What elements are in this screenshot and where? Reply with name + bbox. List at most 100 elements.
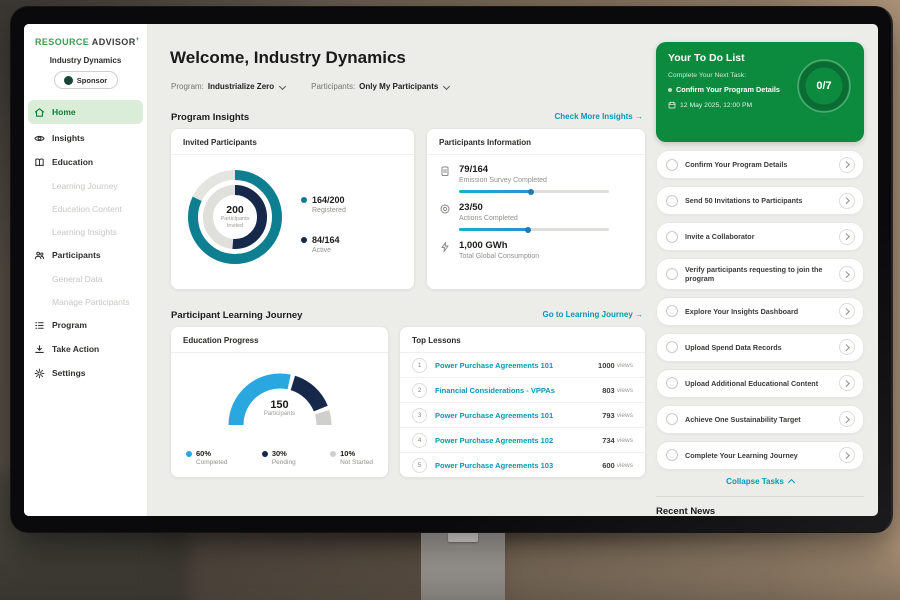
chevron-down-icon — [279, 82, 286, 89]
sidebar-item-home[interactable]: Home — [28, 100, 143, 124]
task-open-button[interactable] — [839, 375, 855, 391]
divider — [656, 496, 864, 497]
todo-progress-ring: 0/7 — [796, 58, 852, 114]
chevron-right-icon — [843, 271, 849, 277]
task-open-button[interactable] — [839, 193, 855, 209]
legend-value: 164/200 — [312, 195, 346, 205]
task-open-button[interactable] — [839, 157, 855, 173]
lesson-views-label: views — [617, 462, 633, 469]
lesson-row: 5 Power Purchase Agreements 103 600 view… — [400, 453, 645, 477]
legend-completed: 60% Completed — [186, 449, 227, 466]
stat-value: 23/50 — [459, 202, 609, 213]
app-logo: RESOURCE ADVISOR+ — [24, 24, 147, 47]
sidebar-item-label: Take Action — [52, 344, 99, 354]
task-open-button[interactable] — [839, 447, 855, 463]
lesson-rank: 4 — [412, 433, 427, 448]
sidebar-item-participants[interactable]: Participants — [24, 243, 147, 267]
lesson-link[interactable]: Power Purchase Agreements 103 — [435, 461, 602, 470]
stat-actions-completed: 23/50 Actions Completed — [439, 202, 633, 231]
sidebar-item-education-content[interactable]: Education Content — [24, 197, 147, 220]
legend-label: Active — [312, 247, 340, 254]
task-checkbox[interactable] — [666, 449, 678, 461]
task-checkbox[interactable] — [666, 195, 678, 207]
stat-label: Emission Survey Completed — [459, 177, 609, 184]
task-label: Invite a Collaborator — [685, 232, 832, 241]
home-icon — [34, 107, 45, 118]
task-checkbox[interactable] — [666, 413, 678, 425]
logo-primary: RESOURCE — [35, 37, 89, 47]
education-count: 150 — [171, 399, 388, 411]
sidebar-item-label: Learning Journey — [52, 181, 118, 191]
invited-participants-card: Invited Participants 200 Participants In… — [170, 128, 415, 290]
task-checkbox[interactable] — [666, 377, 678, 389]
sidebar-item-take-action[interactable]: Take Action — [24, 337, 147, 361]
task-row[interactable]: Complete Your Learning Journey — [656, 441, 864, 470]
lesson-link[interactable]: Power Purchase Agreements 101 — [435, 361, 598, 370]
task-open-button[interactable] — [839, 303, 855, 319]
task-checkbox[interactable] — [666, 231, 678, 243]
participants-information-card: Participants Information 79/164 Emission… — [426, 128, 646, 290]
card-title: Education Progress — [171, 327, 388, 353]
invited-label: Participants — [221, 216, 250, 223]
calendar-icon — [668, 101, 676, 109]
stat-value: 79/164 — [459, 164, 609, 175]
task-row[interactable]: Invite a Collaborator — [656, 222, 864, 251]
sidebar-item-general-data[interactable]: General Data — [24, 267, 147, 290]
lesson-link[interactable]: Power Purchase Agreements 102 — [435, 436, 602, 445]
task-label: Send 50 Invitations to Participants — [685, 196, 832, 205]
legend-dot — [301, 237, 307, 243]
lesson-row: 4 Power Purchase Agreements 102 734 view… — [400, 428, 645, 453]
chevron-right-icon — [843, 380, 849, 386]
legend-value: 60% — [196, 449, 211, 458]
task-open-button[interactable] — [839, 339, 855, 355]
task-row[interactable]: Verify participants requesting to join t… — [656, 258, 864, 290]
card-title: Invited Participants — [171, 129, 414, 155]
lesson-link[interactable]: Financial Considerations - VPPAs — [435, 386, 602, 395]
sidebar-item-settings[interactable]: Settings — [24, 361, 147, 385]
link-label: Check More Insights — [555, 112, 633, 121]
task-open-button[interactable] — [839, 266, 855, 282]
task-row[interactable]: Send 50 Invitations to Participants — [656, 186, 864, 215]
task-label: Explore Your Insights Dashboard — [685, 307, 832, 316]
sidebar-item-learning-insights[interactable]: Learning Insights — [24, 220, 147, 243]
sidebar-item-insights[interactable]: Insights — [24, 126, 147, 150]
program-filter[interactable]: Program: Industrialize Zero — [171, 82, 285, 91]
todo-next-task: Confirm Your Program Details — [668, 85, 780, 94]
filter-bar: Program: Industrialize Zero Participants… — [171, 82, 449, 91]
task-open-button[interactable] — [839, 411, 855, 427]
todo-progress-label: 0/7 — [796, 58, 852, 114]
logo-secondary: ADVISOR — [92, 37, 136, 47]
sidebar-item-manage-participants[interactable]: Manage Participants — [24, 290, 147, 313]
sidebar-item-learning-journey[interactable]: Learning Journey — [24, 174, 147, 197]
task-checkbox[interactable] — [666, 159, 678, 171]
task-row[interactable]: Explore Your Insights Dashboard — [656, 297, 864, 326]
legend-value: 84/164 — [312, 235, 340, 245]
task-row[interactable]: Confirm Your Program Details — [656, 150, 864, 179]
sidebar-item-program[interactable]: Program — [24, 313, 147, 337]
go-to-learning-journey-link[interactable]: Go to Learning Journey → — [543, 310, 643, 319]
legend-dot — [301, 197, 307, 203]
insights-icon — [34, 133, 45, 144]
lesson-views: 600 — [602, 461, 615, 470]
task-checkbox[interactable] — [666, 341, 678, 353]
task-row[interactable]: Upload Spend Data Records — [656, 333, 864, 362]
task-checkbox[interactable] — [666, 305, 678, 317]
legend-active: 84/164 Active — [301, 235, 340, 254]
collapse-tasks-link[interactable]: Collapse Tasks — [656, 477, 864, 486]
participants-filter[interactable]: Participants: Only My Participants — [311, 82, 449, 91]
check-more-insights-link[interactable]: Check More Insights → — [555, 112, 643, 121]
lesson-views-label: views — [617, 362, 633, 369]
monitor-bezel: RESOURCE ADVISOR+ Industry Dynamics Spon… — [10, 6, 893, 533]
lesson-row: 2 Financial Considerations - VPPAs 803 v… — [400, 378, 645, 403]
sidebar-item-education[interactable]: Education — [24, 150, 147, 174]
task-row[interactable]: Achieve One Sustainability Target — [656, 405, 864, 434]
sidebar-item-label: Education Content — [52, 204, 122, 214]
card-title: Top Lessons — [400, 327, 645, 353]
account-name: Industry Dynamics — [24, 56, 147, 65]
task-row[interactable]: Upload Additional Educational Content — [656, 369, 864, 398]
lesson-link[interactable]: Power Purchase Agreements 101 — [435, 411, 602, 420]
participants-filter-value: Only My Participants — [359, 82, 438, 91]
task-checkbox[interactable] — [666, 268, 678, 280]
todo-next-task-label: Confirm Your Program Details — [676, 85, 780, 94]
task-open-button[interactable] — [839, 229, 855, 245]
